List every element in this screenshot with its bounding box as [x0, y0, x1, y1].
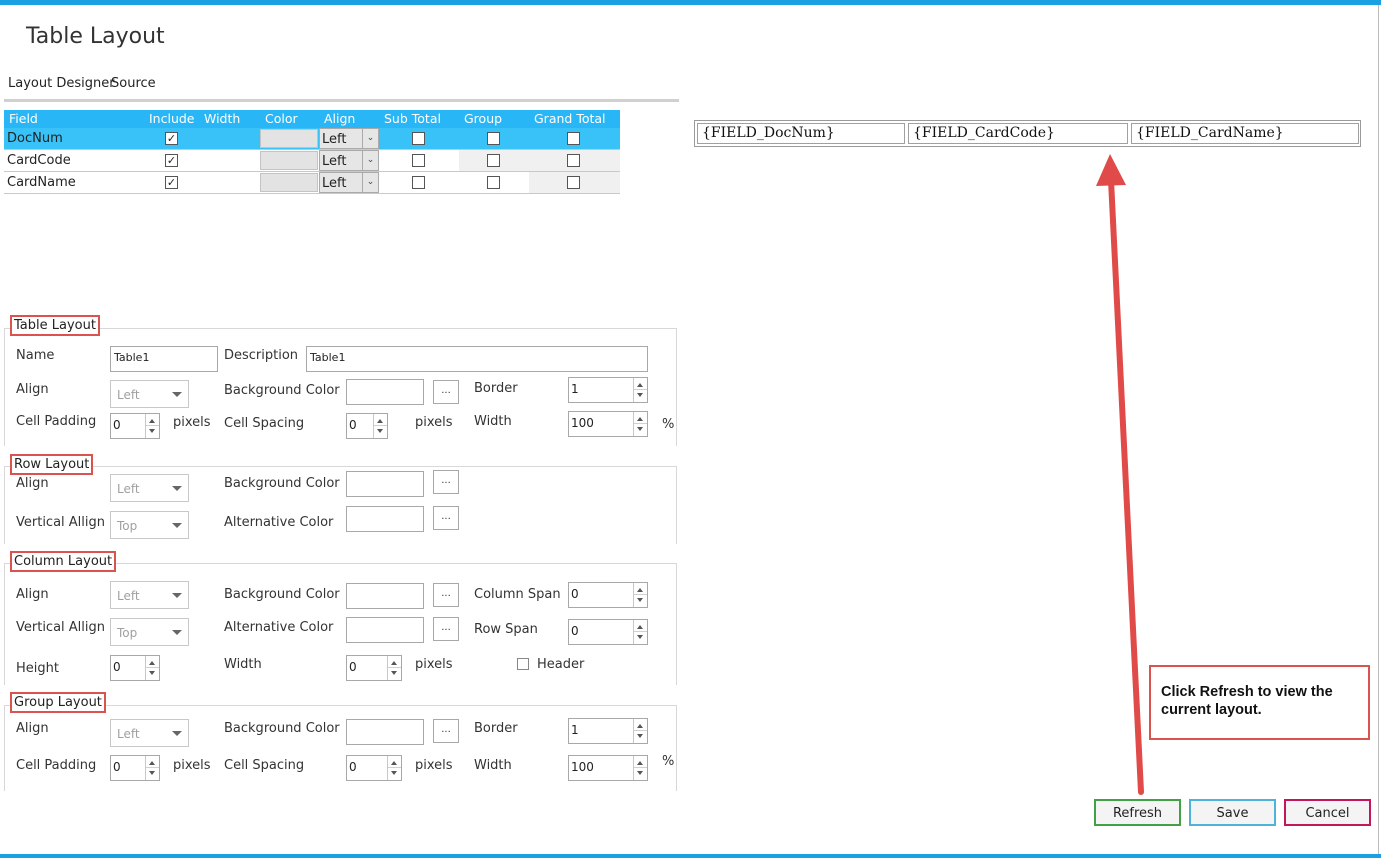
- cancel-button[interactable]: Cancel: [1284, 799, 1371, 826]
- save-button[interactable]: Save: [1189, 799, 1276, 826]
- refresh-button[interactable]: Refresh: [1094, 799, 1181, 826]
- callout-note: Click Refresh to view the current layout…: [1149, 665, 1370, 740]
